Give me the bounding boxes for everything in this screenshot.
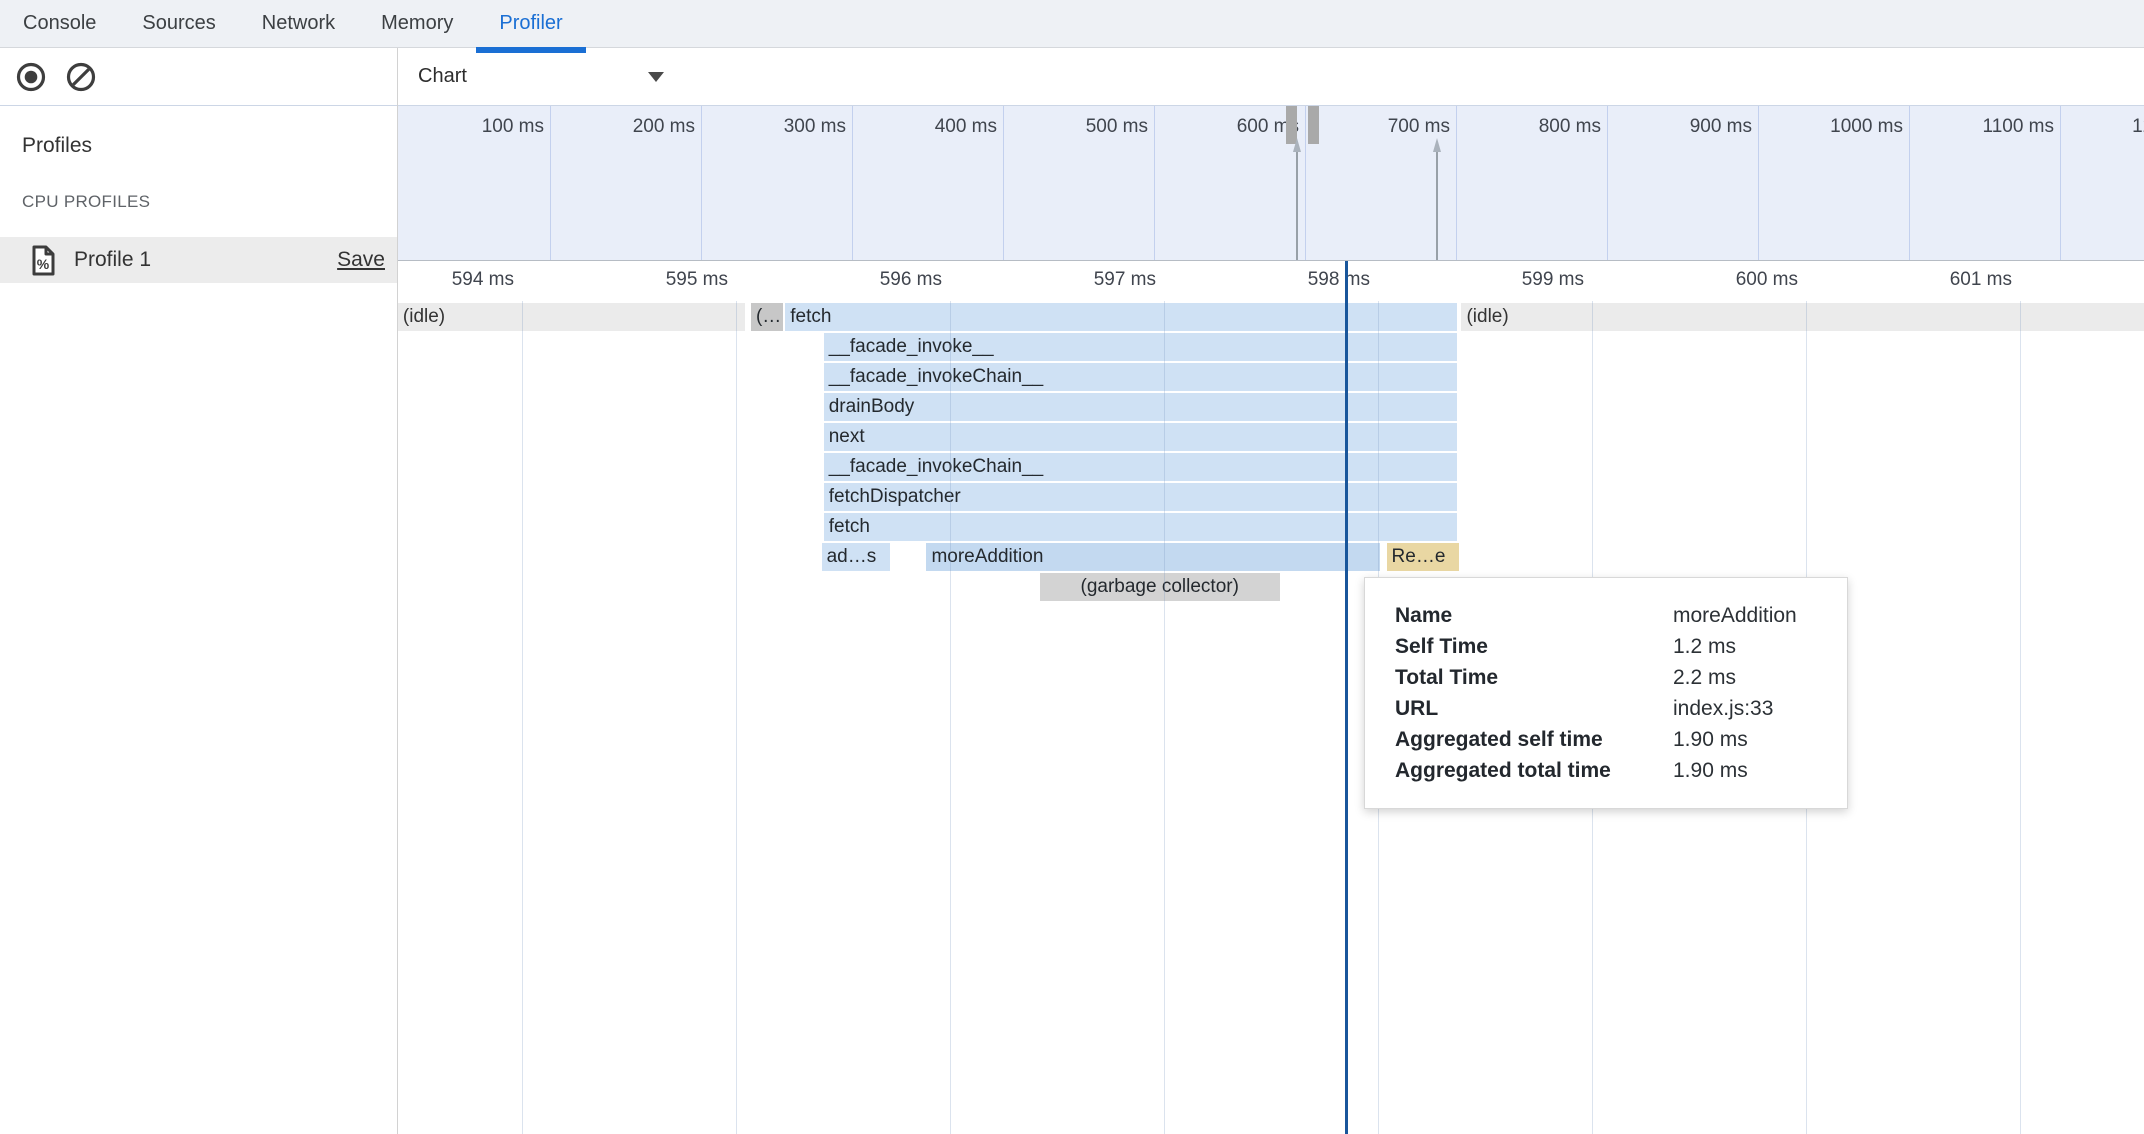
- tooltip-label: Total Time: [1395, 662, 1673, 693]
- flame-gridline: [736, 301, 737, 1134]
- profile-document-icon: %: [31, 245, 56, 276]
- tooltip-row: Self Time1.2 ms: [1395, 631, 1847, 662]
- flame-bar[interactable]: next: [824, 423, 1457, 451]
- flame-bar[interactable]: (idle): [1461, 303, 2144, 331]
- profiles-heading: Profiles: [22, 134, 397, 158]
- tooltip-value: index.js:33: [1673, 693, 1773, 724]
- sidebar-toolbar: [0, 48, 397, 106]
- flame-bar[interactable]: fetch: [824, 513, 1457, 541]
- tooltip-row: Aggregated self time1.90 ms: [1395, 724, 1847, 755]
- flame-bar[interactable]: (…: [751, 303, 783, 331]
- tooltip-value: 1.2 ms: [1673, 631, 1736, 662]
- flame-gridline: [2020, 301, 2021, 1134]
- tooltip-value: moreAddition: [1673, 600, 1797, 631]
- flame-chart: (idle)(…fetch(idle)__facade_invoke____fa…: [398, 301, 2144, 1134]
- detail-tick-label: 595 ms: [528, 269, 728, 291]
- flame-bar[interactable]: Re…e: [1387, 543, 1460, 571]
- detail-tick-label: 600 ms: [1598, 269, 1798, 291]
- devtools-tabbar: Console Sources Network Memory Profiler: [0, 0, 2144, 48]
- cpu-activity-spike: [1436, 152, 1438, 260]
- tooltip-row: Total Time2.2 ms: [1395, 662, 1847, 693]
- detail-tick-label: 598 ms: [1170, 269, 1370, 291]
- cpu-profiles-section-label: CPU PROFILES: [22, 192, 397, 212]
- tooltip-row: NamemoreAddition: [1395, 600, 1847, 631]
- tooltip-row: Aggregated total time1.90 ms: [1395, 755, 1847, 786]
- profile-name: Profile 1: [74, 248, 337, 272]
- flame-bar[interactable]: moreAddition: [926, 543, 1380, 571]
- view-mode-dropdown[interactable]: Chart: [398, 65, 678, 88]
- flame-bar[interactable]: __facade_invokeChain__: [824, 453, 1457, 481]
- flame-bar[interactable]: (idle): [398, 303, 745, 331]
- tooltip-label: Aggregated total time: [1395, 755, 1673, 786]
- detail-tick-label: 597 ms: [956, 269, 1156, 291]
- timeline-overview[interactable]: 100 ms200 ms300 ms400 ms500 ms600 ms700 …: [398, 106, 2144, 261]
- detail-tick-label: 599 ms: [1384, 269, 1584, 291]
- flame-bar[interactable]: __facade_invoke__: [824, 333, 1457, 361]
- detail-tick-label: 596 ms: [742, 269, 942, 291]
- flame-bar[interactable]: (garbage collector): [1040, 573, 1280, 601]
- flame-bar[interactable]: fetch: [785, 303, 1457, 331]
- chevron-down-icon: [648, 72, 664, 82]
- flame-bar[interactable]: ad…s: [822, 543, 890, 571]
- profile-list-item[interactable]: % Profile 1 Save: [0, 237, 397, 283]
- overview-tick-label: 1200 ms: [2005, 116, 2144, 138]
- tab-memory[interactable]: Memory: [358, 0, 476, 47]
- tooltip-label: Name: [1395, 600, 1673, 631]
- clear-button[interactable]: [64, 60, 98, 94]
- tooltip-value: 1.90 ms: [1673, 724, 1748, 755]
- flame-bar[interactable]: fetchDispatcher: [824, 483, 1457, 511]
- cpu-activity-spike: [1296, 152, 1298, 260]
- flame-gridline: [522, 301, 523, 1134]
- selection-handle[interactable]: [1308, 106, 1319, 144]
- flame-bar[interactable]: __facade_invokeChain__: [824, 363, 1457, 391]
- view-mode-label: Chart: [418, 65, 648, 88]
- clear-icon: [65, 61, 97, 93]
- tab-sources[interactable]: Sources: [119, 0, 238, 47]
- svg-text:%: %: [37, 256, 50, 272]
- tooltip-label: Aggregated self time: [1395, 724, 1673, 755]
- tooltip-row: URLindex.js:33: [1395, 693, 1847, 724]
- playhead-line: [1345, 261, 1348, 1134]
- tab-network[interactable]: Network: [239, 0, 358, 47]
- tooltip-value: 1.90 ms: [1673, 755, 1748, 786]
- tooltip-value: 2.2 ms: [1673, 662, 1736, 693]
- tab-profiler[interactable]: Profiler: [476, 0, 585, 47]
- record-icon: [15, 61, 47, 93]
- flame-gridline: [1164, 301, 1165, 1134]
- save-profile-link[interactable]: Save: [337, 248, 385, 272]
- detail-tick-label: 601 ms: [1812, 269, 2012, 291]
- tab-console[interactable]: Console: [0, 0, 119, 47]
- chart-toolbar: Chart: [398, 48, 2144, 106]
- profiles-sidebar: Profiles CPU PROFILES % Profile 1 Save: [0, 48, 398, 1134]
- frame-tooltip: NamemoreAdditionSelf Time1.2 msTotal Tim…: [1364, 577, 1848, 809]
- tooltip-label: URL: [1395, 693, 1673, 724]
- record-button[interactable]: [14, 60, 48, 94]
- flame-gridline: [950, 301, 951, 1134]
- profiler-main-panel: Chart 100 ms200 ms300 ms400 ms500 ms600 …: [398, 48, 2144, 1134]
- flame-bar[interactable]: drainBody: [824, 393, 1457, 421]
- detail-time-ruler: 594 ms595 ms596 ms597 ms598 ms599 ms600 …: [398, 261, 2144, 301]
- tooltip-label: Self Time: [1395, 631, 1673, 662]
